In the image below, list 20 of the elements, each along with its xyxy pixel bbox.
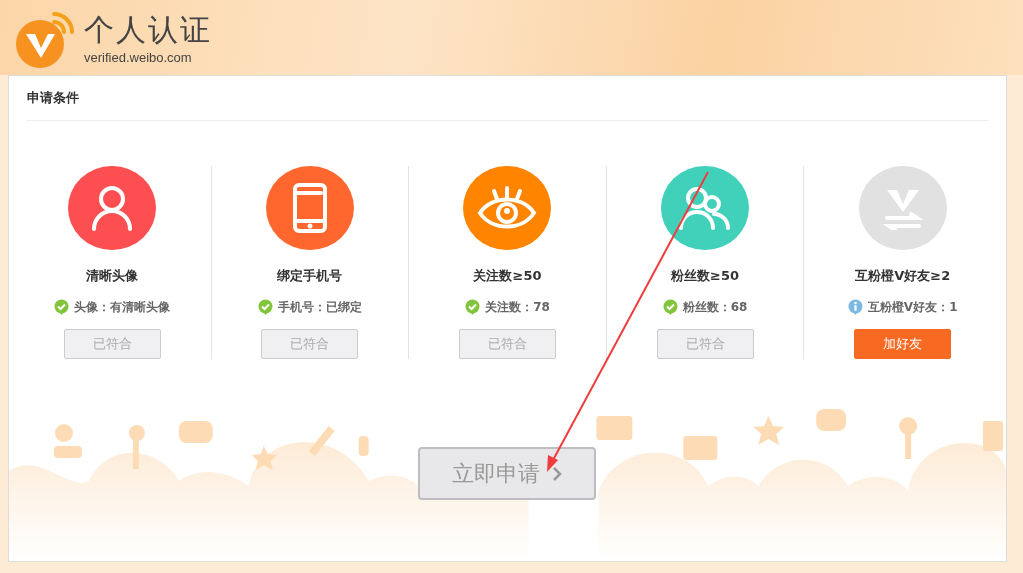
condition-title: 粉丝数≥50: [671, 267, 740, 286]
chevron-right-icon: [552, 465, 562, 482]
condition-status: 关注数：78: [485, 298, 550, 316]
person-icon: [91, 184, 134, 231]
people-icon: [678, 185, 733, 230]
logo-icon: [14, 9, 76, 70]
condition-status: 粉丝数：68: [682, 298, 748, 316]
eye-icon: [477, 184, 538, 231]
condition-title: 互粉橙V好友≥2: [855, 267, 951, 286]
condition-title: 关注数≥50: [473, 267, 542, 286]
phone-icon: [292, 182, 327, 233]
condition-title: 绑定手机号: [277, 267, 343, 286]
page-title: 个人认证: [84, 11, 212, 48]
condition-status: 互粉橙V好友：1: [867, 298, 958, 316]
site-domain: verified.weibo.com: [84, 48, 193, 67]
condition-title: 清晰头像: [86, 267, 139, 286]
add-friend-button[interactable]: 加好友: [854, 328, 952, 359]
condition-status: 头像：有清晰头像: [74, 298, 171, 316]
condition-status: 手机号：已绑定: [277, 298, 362, 316]
section-title: 申请条件: [27, 90, 79, 105]
